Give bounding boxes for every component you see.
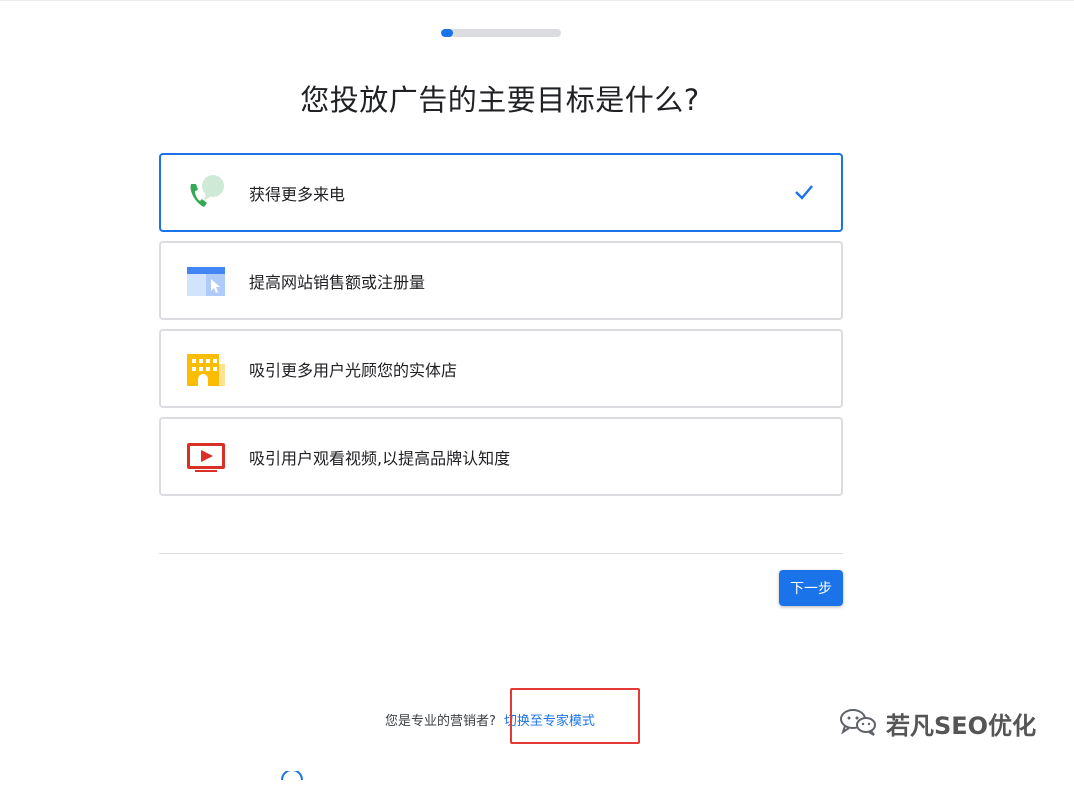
website-cursor-icon — [185, 262, 227, 300]
option-label: 吸引用户观看视频,以提高品牌认知度 — [249, 448, 511, 468]
wechat-icon — [838, 707, 878, 741]
option-store-visits[interactable]: 吸引更多用户光顾您的实体店 — [159, 329, 843, 408]
next-step-button[interactable]: 下一步 — [779, 570, 843, 606]
section-divider — [159, 553, 843, 554]
checkmark-icon — [791, 179, 817, 205]
highlight-box — [510, 688, 640, 744]
watermark-text: 若凡SEO优化 — [886, 712, 1037, 740]
option-label: 吸引更多用户光顾您的实体店 — [249, 360, 458, 380]
top-divider — [0, 0, 1074, 1]
bottom-partial-icon — [280, 766, 304, 781]
watermark: 若凡SEO优化 — [838, 706, 1036, 741]
footer-prompt: 您是专业的营销者? — [385, 714, 496, 729]
option-label: 提高网站销售额或注册量 — [249, 272, 426, 292]
option-label: 获得更多来电 — [249, 184, 346, 204]
option-video-views[interactable]: 吸引用户观看视频,以提高品牌认知度 — [159, 417, 843, 496]
option-more-calls[interactable]: 获得更多来电 — [159, 153, 843, 232]
page-title: 您投放广告的主要目标是什么? — [300, 83, 700, 118]
progress-bar — [441, 29, 561, 37]
storefront-icon — [185, 350, 227, 388]
progress-fill — [441, 29, 453, 37]
video-play-icon — [185, 438, 227, 476]
option-website-sales[interactable]: 提高网站销售额或注册量 — [159, 241, 843, 320]
phone-call-icon — [185, 174, 227, 212]
